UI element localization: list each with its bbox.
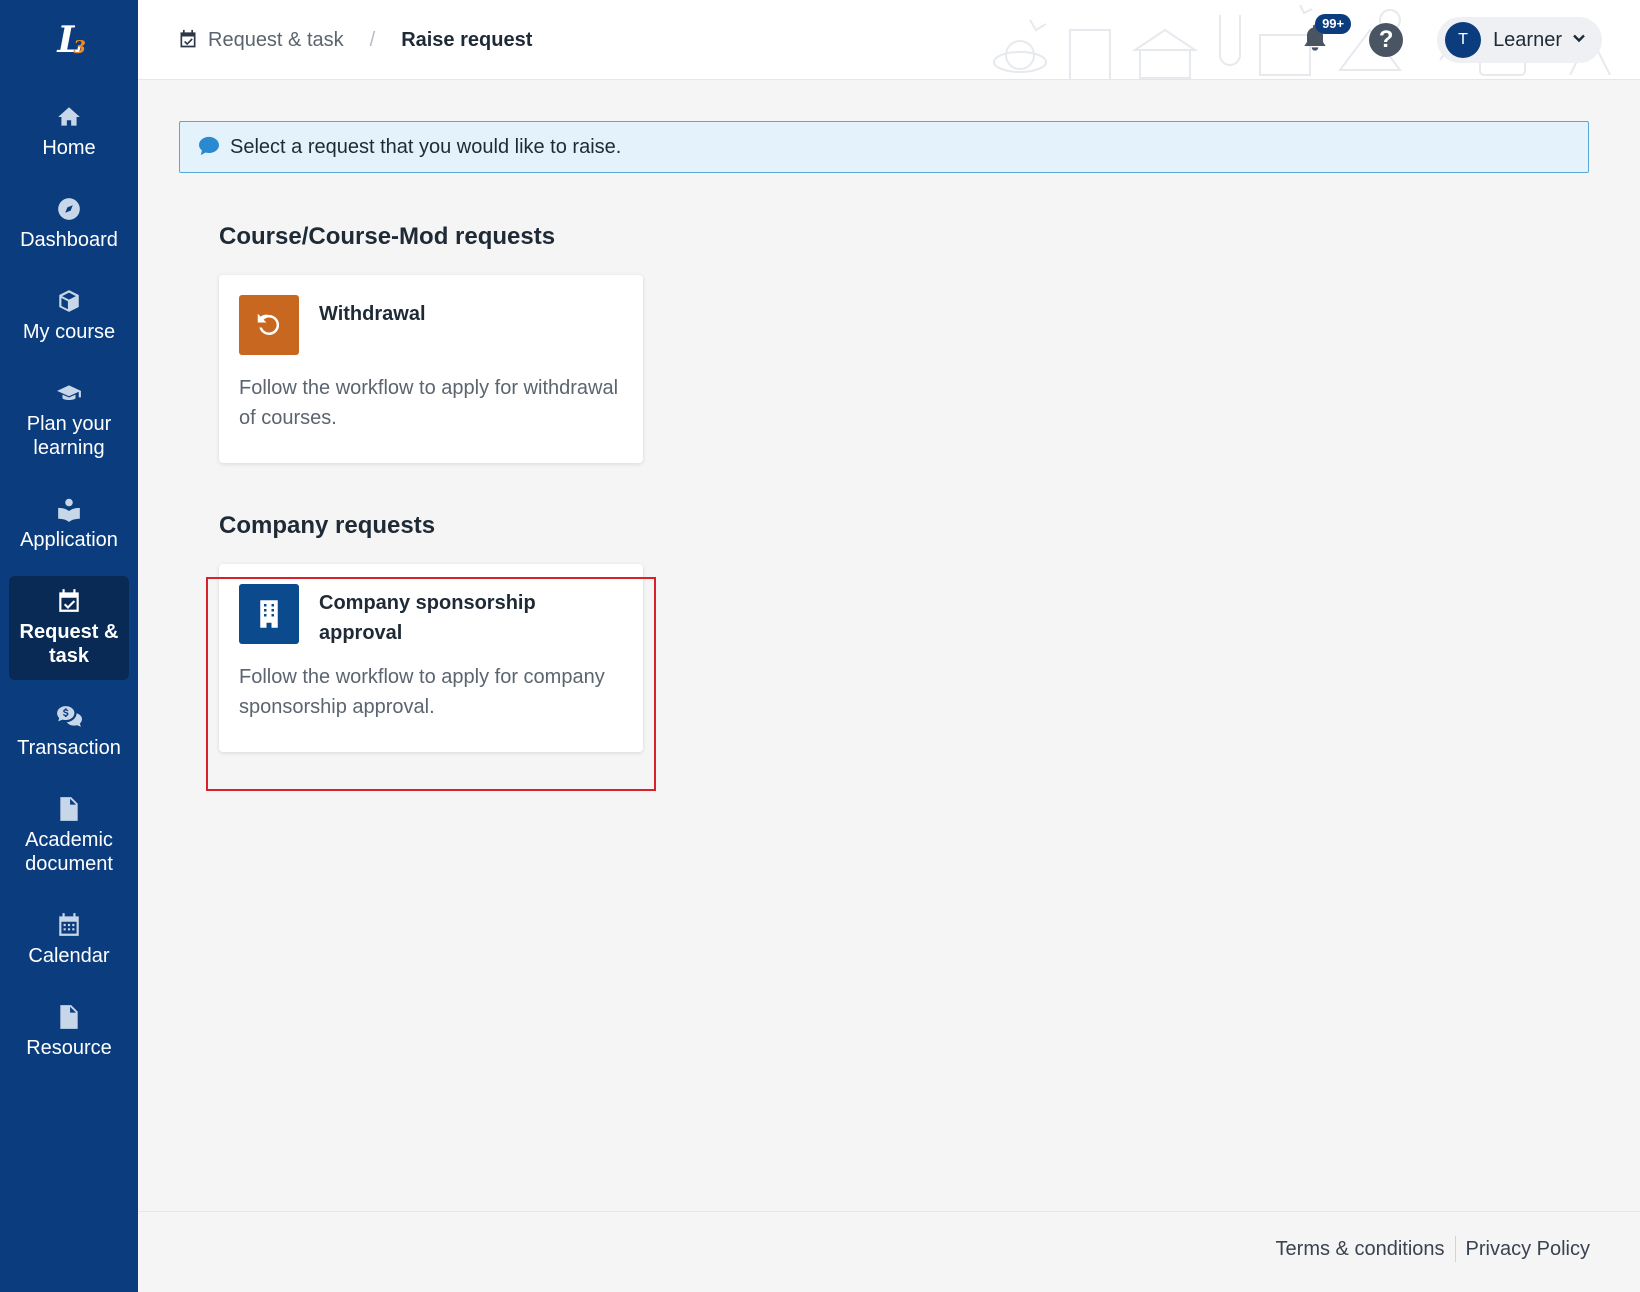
sidebar-item-home[interactable]: Home [9, 92, 129, 172]
card-title: Withdrawal [319, 303, 426, 325]
reader-icon [56, 496, 82, 522]
sidebar-item-transaction[interactable]: Transaction [9, 692, 129, 772]
question-icon: ? [1378, 26, 1394, 53]
home-icon [56, 104, 82, 130]
terms-link[interactable]: Terms & conditions [1276, 1238, 1445, 1261]
sidebar-item-calendar[interactable]: Calendar [9, 900, 129, 980]
notification-count-badge: 99+ [1315, 14, 1352, 34]
sidebar-item-resource[interactable]: Resource [9, 992, 129, 1072]
sidebar-item-label: Plan your learning [26, 413, 112, 459]
top-header: Request & task / Raise request 99+ ? T L… [138, 0, 1640, 80]
sidebar-item-label: Resource [26, 1037, 112, 1059]
undo-icon [239, 295, 299, 355]
breadcrumb-current: Raise request [401, 28, 533, 51]
sidebar-item-label: My course [22, 321, 116, 343]
sidebar: L3 Home Dashboard My course Plan your le… [0, 0, 138, 1292]
sidebar-item-label: Transaction [17, 737, 121, 759]
sidebar-item-my-course[interactable]: My course [9, 276, 129, 356]
sidebar-item-label: Academic document [25, 829, 113, 875]
header-actions: 99+ ? T Learner [1295, 0, 1602, 79]
card-title: Company sponsorship approval [319, 592, 536, 644]
breadcrumb-parent-link[interactable]: Request & task [208, 29, 344, 52]
chat-bubble-icon [198, 132, 230, 162]
info-banner: Select a request that you would like to … [179, 121, 1589, 173]
sidebar-item-request-task[interactable]: Request & task [9, 576, 129, 680]
footer-divider [1454, 1236, 1456, 1262]
withdrawal-card[interactable]: Withdrawal Follow the workflow to apply … [219, 275, 643, 463]
notifications-button[interactable]: 99+ [1295, 14, 1352, 60]
sidebar-item-label: Dashboard [20, 229, 118, 251]
logo-mark: L3 [57, 19, 85, 61]
calendar-check-icon [178, 25, 208, 55]
user-name: Learner [1493, 28, 1562, 51]
footer: Terms & conditions Privacy Policy [138, 1211, 1640, 1292]
avatar: T [1445, 22, 1482, 58]
box-icon [56, 288, 82, 314]
calendar-check-icon [56, 588, 82, 614]
graduation-cap-icon [56, 380, 82, 406]
footer-links: Terms & conditions Privacy Policy [1276, 1236, 1590, 1262]
section-title-company-requests: Company requests [219, 512, 436, 539]
user-menu-button[interactable]: T Learner [1437, 17, 1602, 63]
logo[interactable]: L3 [0, 0, 138, 80]
help-button[interactable]: ? [1369, 23, 1404, 57]
compass-icon [56, 196, 82, 222]
card-description: Follow the workflow to apply for withdra… [239, 377, 619, 429]
sidebar-item-label: Application [20, 529, 118, 551]
info-message: Select a request that you would like to … [230, 135, 622, 158]
sidebar-item-dashboard[interactable]: Dashboard [9, 184, 129, 264]
building-icon [239, 584, 299, 644]
sidebar-item-plan-your-learning[interactable]: Plan your learning [9, 368, 129, 472]
sidebar-item-label: Request & task [19, 621, 119, 667]
sidebar-item-label: Home [42, 137, 96, 159]
breadcrumb-separator: / [369, 28, 376, 51]
card-description: Follow the workflow to apply for company… [239, 666, 605, 718]
chat-dollar-icon [56, 704, 82, 730]
main-content: Select a request that you would like to … [138, 81, 1640, 1211]
sidebar-item-application[interactable]: Application [9, 484, 129, 564]
file-icon [56, 1004, 82, 1030]
privacy-policy-link[interactable]: Privacy Policy [1466, 1238, 1590, 1261]
sidebar-item-label: Calendar [28, 945, 110, 967]
pdf-file-icon [56, 796, 82, 822]
company-sponsorship-approval-card[interactable]: Company sponsorship approval Follow the … [219, 564, 643, 752]
section-title-course-requests: Course/Course-Mod requests [219, 223, 556, 250]
sidebar-item-academic-document[interactable]: Academic document [9, 784, 129, 888]
breadcrumb: Request & task / Raise request [178, 0, 533, 79]
chevron-down-icon [1572, 31, 1586, 50]
calendar-icon [56, 912, 82, 938]
sidebar-nav: Home Dashboard My course Plan your learn… [0, 92, 138, 1084]
